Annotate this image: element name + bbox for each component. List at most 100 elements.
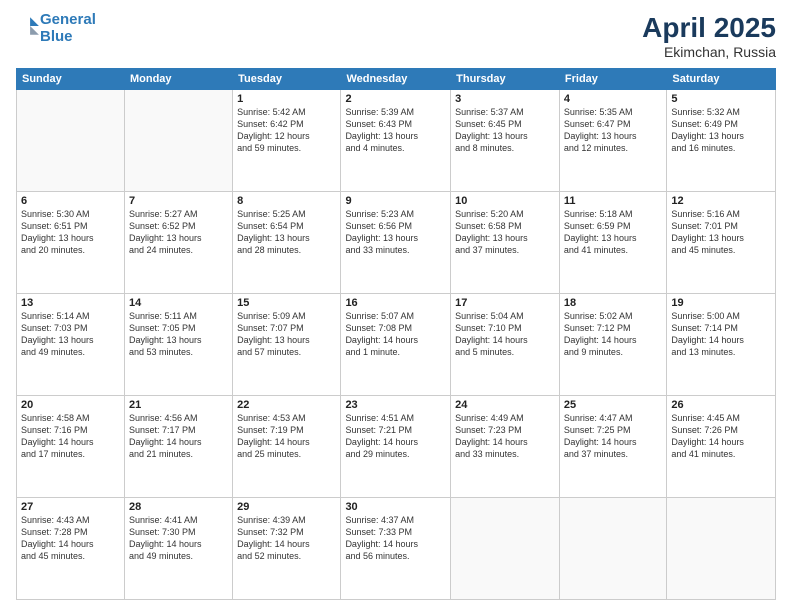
calendar-cell: 4Sunrise: 5:35 AMSunset: 6:47 PMDaylight… xyxy=(559,90,666,192)
day-number: 24 xyxy=(455,399,555,411)
day-number: 12 xyxy=(671,195,771,207)
day-number: 17 xyxy=(455,297,555,309)
calendar-cell: 3Sunrise: 5:37 AMSunset: 6:45 PMDaylight… xyxy=(451,90,560,192)
calendar-cell: 15Sunrise: 5:09 AMSunset: 7:07 PMDayligh… xyxy=(233,294,341,396)
day-info: Sunrise: 5:30 AMSunset: 6:51 PMDaylight:… xyxy=(21,208,120,257)
calendar-cell xyxy=(667,498,776,600)
day-info: Sunrise: 5:09 AMSunset: 7:07 PMDaylight:… xyxy=(237,310,336,359)
day-number: 15 xyxy=(237,297,336,309)
day-number: 9 xyxy=(345,195,446,207)
calendar-cell: 9Sunrise: 5:23 AMSunset: 6:56 PMDaylight… xyxy=(341,192,451,294)
day-number: 25 xyxy=(564,399,662,411)
calendar-cell: 26Sunrise: 4:45 AMSunset: 7:26 PMDayligh… xyxy=(667,396,776,498)
calendar-week-row: 27Sunrise: 4:43 AMSunset: 7:28 PMDayligh… xyxy=(17,498,776,600)
day-info: Sunrise: 5:16 AMSunset: 7:01 PMDaylight:… xyxy=(671,208,771,257)
logo-text: General Blue xyxy=(40,12,96,45)
weekday-header: Saturday xyxy=(667,69,776,90)
day-number: 14 xyxy=(129,297,228,309)
weekday-header: Thursday xyxy=(451,69,560,90)
day-info: Sunrise: 5:42 AMSunset: 6:42 PMDaylight:… xyxy=(237,106,336,155)
day-info: Sunrise: 5:11 AMSunset: 7:05 PMDaylight:… xyxy=(129,310,228,359)
calendar-week-row: 6Sunrise: 5:30 AMSunset: 6:51 PMDaylight… xyxy=(17,192,776,294)
month-title: April 2025 xyxy=(642,12,776,44)
day-info: Sunrise: 5:25 AMSunset: 6:54 PMDaylight:… xyxy=(237,208,336,257)
day-info: Sunrise: 5:20 AMSunset: 6:58 PMDaylight:… xyxy=(455,208,555,257)
calendar-cell: 28Sunrise: 4:41 AMSunset: 7:30 PMDayligh… xyxy=(124,498,232,600)
calendar-cell xyxy=(17,90,125,192)
day-number: 3 xyxy=(455,93,555,105)
calendar-cell: 16Sunrise: 5:07 AMSunset: 7:08 PMDayligh… xyxy=(341,294,451,396)
day-info: Sunrise: 5:04 AMSunset: 7:10 PMDaylight:… xyxy=(455,310,555,359)
day-info: Sunrise: 5:27 AMSunset: 6:52 PMDaylight:… xyxy=(129,208,228,257)
day-info: Sunrise: 5:07 AMSunset: 7:08 PMDaylight:… xyxy=(345,310,446,359)
calendar-cell: 1Sunrise: 5:42 AMSunset: 6:42 PMDaylight… xyxy=(233,90,341,192)
day-number: 13 xyxy=(21,297,120,309)
calendar-cell: 18Sunrise: 5:02 AMSunset: 7:12 PMDayligh… xyxy=(559,294,666,396)
calendar-cell: 8Sunrise: 5:25 AMSunset: 6:54 PMDaylight… xyxy=(233,192,341,294)
day-info: Sunrise: 5:18 AMSunset: 6:59 PMDaylight:… xyxy=(564,208,662,257)
day-info: Sunrise: 4:43 AMSunset: 7:28 PMDaylight:… xyxy=(21,514,120,563)
calendar-cell: 19Sunrise: 5:00 AMSunset: 7:14 PMDayligh… xyxy=(667,294,776,396)
calendar-cell: 2Sunrise: 5:39 AMSunset: 6:43 PMDaylight… xyxy=(341,90,451,192)
calendar-cell xyxy=(559,498,666,600)
calendar-week-row: 20Sunrise: 4:58 AMSunset: 7:16 PMDayligh… xyxy=(17,396,776,498)
page: General Blue April 2025 Ekimchan, Russia… xyxy=(0,0,792,612)
day-number: 18 xyxy=(564,297,662,309)
calendar-cell: 24Sunrise: 4:49 AMSunset: 7:23 PMDayligh… xyxy=(451,396,560,498)
day-info: Sunrise: 4:49 AMSunset: 7:23 PMDaylight:… xyxy=(455,412,555,461)
day-number: 29 xyxy=(237,501,336,513)
day-info: Sunrise: 5:35 AMSunset: 6:47 PMDaylight:… xyxy=(564,106,662,155)
day-number: 5 xyxy=(671,93,771,105)
day-info: Sunrise: 5:39 AMSunset: 6:43 PMDaylight:… xyxy=(345,106,446,155)
calendar-cell: 11Sunrise: 5:18 AMSunset: 6:59 PMDayligh… xyxy=(559,192,666,294)
day-number: 22 xyxy=(237,399,336,411)
day-info: Sunrise: 4:37 AMSunset: 7:33 PMDaylight:… xyxy=(345,514,446,563)
calendar-cell: 12Sunrise: 5:16 AMSunset: 7:01 PMDayligh… xyxy=(667,192,776,294)
weekday-header: Sunday xyxy=(17,69,125,90)
calendar-table: SundayMondayTuesdayWednesdayThursdayFrid… xyxy=(16,68,776,600)
weekday-header: Tuesday xyxy=(233,69,341,90)
header: General Blue April 2025 Ekimchan, Russia xyxy=(16,12,776,60)
calendar-cell: 17Sunrise: 5:04 AMSunset: 7:10 PMDayligh… xyxy=(451,294,560,396)
day-info: Sunrise: 4:51 AMSunset: 7:21 PMDaylight:… xyxy=(345,412,446,461)
day-number: 7 xyxy=(129,195,228,207)
day-info: Sunrise: 5:02 AMSunset: 7:12 PMDaylight:… xyxy=(564,310,662,359)
day-number: 8 xyxy=(237,195,336,207)
day-info: Sunrise: 5:23 AMSunset: 6:56 PMDaylight:… xyxy=(345,208,446,257)
calendar-cell: 14Sunrise: 5:11 AMSunset: 7:05 PMDayligh… xyxy=(124,294,232,396)
day-info: Sunrise: 4:39 AMSunset: 7:32 PMDaylight:… xyxy=(237,514,336,563)
day-info: Sunrise: 4:56 AMSunset: 7:17 PMDaylight:… xyxy=(129,412,228,461)
weekday-header: Friday xyxy=(559,69,666,90)
day-number: 16 xyxy=(345,297,446,309)
location: Ekimchan, Russia xyxy=(642,44,776,60)
weekday-header: Wednesday xyxy=(341,69,451,90)
day-info: Sunrise: 5:00 AMSunset: 7:14 PMDaylight:… xyxy=(671,310,771,359)
day-number: 23 xyxy=(345,399,446,411)
day-info: Sunrise: 4:58 AMSunset: 7:16 PMDaylight:… xyxy=(21,412,120,461)
calendar-cell: 25Sunrise: 4:47 AMSunset: 7:25 PMDayligh… xyxy=(559,396,666,498)
calendar-cell: 13Sunrise: 5:14 AMSunset: 7:03 PMDayligh… xyxy=(17,294,125,396)
day-info: Sunrise: 4:41 AMSunset: 7:30 PMDaylight:… xyxy=(129,514,228,563)
calendar-cell: 6Sunrise: 5:30 AMSunset: 6:51 PMDaylight… xyxy=(17,192,125,294)
day-number: 19 xyxy=(671,297,771,309)
day-number: 28 xyxy=(129,501,228,513)
calendar-cell: 20Sunrise: 4:58 AMSunset: 7:16 PMDayligh… xyxy=(17,396,125,498)
day-number: 11 xyxy=(564,195,662,207)
logo-icon xyxy=(18,15,40,37)
day-number: 4 xyxy=(564,93,662,105)
day-number: 10 xyxy=(455,195,555,207)
day-number: 6 xyxy=(21,195,120,207)
calendar-week-row: 1Sunrise: 5:42 AMSunset: 6:42 PMDaylight… xyxy=(17,90,776,192)
day-number: 26 xyxy=(671,399,771,411)
logo: General Blue xyxy=(16,12,96,45)
calendar-cell: 5Sunrise: 5:32 AMSunset: 6:49 PMDaylight… xyxy=(667,90,776,192)
day-number: 30 xyxy=(345,501,446,513)
day-number: 20 xyxy=(21,399,120,411)
day-number: 2 xyxy=(345,93,446,105)
calendar-cell: 21Sunrise: 4:56 AMSunset: 7:17 PMDayligh… xyxy=(124,396,232,498)
day-number: 27 xyxy=(21,501,120,513)
calendar-cell: 23Sunrise: 4:51 AMSunset: 7:21 PMDayligh… xyxy=(341,396,451,498)
calendar-cell: 22Sunrise: 4:53 AMSunset: 7:19 PMDayligh… xyxy=(233,396,341,498)
calendar-cell: 10Sunrise: 5:20 AMSunset: 6:58 PMDayligh… xyxy=(451,192,560,294)
calendar-cell: 7Sunrise: 5:27 AMSunset: 6:52 PMDaylight… xyxy=(124,192,232,294)
